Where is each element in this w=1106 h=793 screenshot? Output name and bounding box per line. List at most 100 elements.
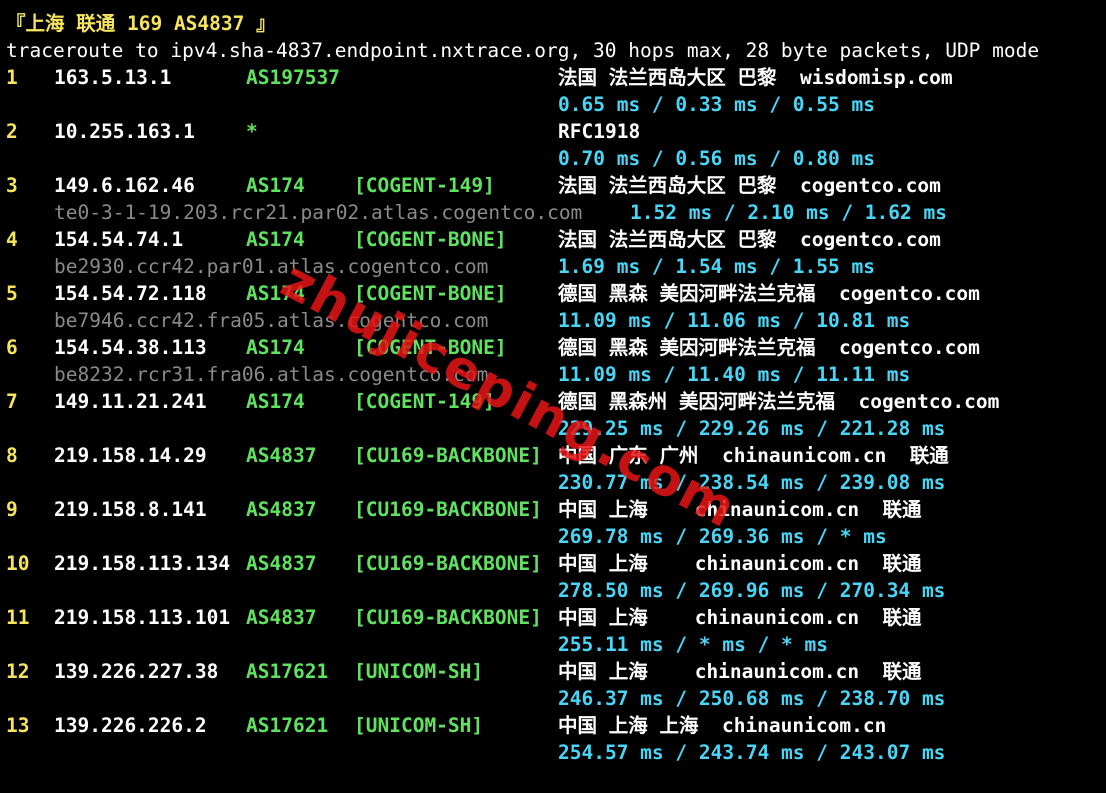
hop-ip: 149.6.162.46 (54, 174, 195, 197)
hop-asn: AS17621 (246, 660, 329, 683)
hop-detail-row: 255.11 ms / * ms / * ms (6, 631, 1106, 658)
hop-row: 11 219.158.113.101 AS4837 [CU169-BACKBONE] 中… (6, 604, 1106, 631)
hop-detail-row: 229.25 ms / 229.26 ms / 221.28 ms (6, 415, 1106, 442)
footer-partial-line (6, 766, 1106, 793)
hop-rtt: 278.50 ms / 269.96 ms / 270.34 ms (558, 579, 946, 602)
hop-geo: 德国 黑森 美因河畔法兰克福 cogentco.com (558, 336, 980, 359)
hop-ip: 149.11.21.241 (54, 390, 207, 413)
hop-ip: 219.158.14.29 (54, 444, 207, 467)
hop-number: 13 (6, 714, 30, 737)
hop-detail-row: 278.50 ms / 269.96 ms / 270.34 ms (6, 577, 1106, 604)
hop-tag: [COGENT-BONE] (354, 228, 507, 251)
trace-title: 『上海 联通 169 AS4837 』 (6, 12, 276, 35)
hop-number: 8 (6, 444, 18, 467)
hop-tag: [COGENT-BONE] (354, 282, 507, 305)
hop-ip: 219.158.8.141 (54, 498, 207, 521)
hop-rtt: 269.78 ms / 269.36 ms / * ms (558, 525, 887, 548)
hop-geo: 法国 法兰西岛大区 巴黎 wisdomisp.com (558, 66, 953, 89)
hop-hostname: be8232.rcr31.fra06.atlas.cogentco.com (54, 363, 489, 386)
hop-row: 4 154.54.74.1 AS174 [COGENT-BONE] 法国 法兰西岛大区 … (6, 226, 1106, 253)
hop-asn: AS174 (246, 282, 305, 305)
hop-asn: AS174 (246, 228, 305, 251)
hop-hostname: te0-3-1-19.203.rcr21.par02.atlas.cogentc… (54, 201, 583, 224)
hop-detail-row: 269.78 ms / 269.36 ms / * ms (6, 523, 1106, 550)
hop-detail-row: te0-3-1-19.203.rcr21.par02.atlas.cogentc… (6, 199, 1106, 226)
hop-geo: 德国 黑森州 美因河畔法兰克福 cogentco.com (558, 390, 1000, 413)
hop-number: 11 (6, 606, 30, 629)
hop-number: 3 (6, 174, 18, 197)
hop-row: 12 139.226.227.38 AS17621 [UNICOM-SH] 中国 上海 … (6, 658, 1106, 685)
hop-asn: AS4837 (246, 606, 317, 629)
hop-row: 9 219.158.8.141 AS4837 [CU169-BACKBONE] 中国 上… (6, 496, 1106, 523)
hop-detail-row: be7946.ccr42.fra05.atlas.cogentco.com 11.… (6, 307, 1106, 334)
hop-geo: 德国 黑森 美因河畔法兰克福 cogentco.com (558, 282, 980, 305)
hop-row: 3 149.6.162.46 AS174 [COGENT-149] 法国 法兰西岛大区 … (6, 172, 1106, 199)
hop-ip: 219.158.113.134 (54, 552, 231, 575)
hop-tag: [UNICOM-SH] (354, 660, 484, 683)
hop-row: 8 219.158.14.29 AS4837 [CU169-BACKBONE] 中国 广… (6, 442, 1106, 469)
hop-geo: RFC1918 (558, 120, 641, 143)
hop-rtt: 1.52 ms / 2.10 ms / 1.62 ms (630, 201, 947, 224)
hop-rtt: 0.65 ms / 0.33 ms / 0.55 ms (558, 93, 875, 116)
hop-detail-row: be2930.ccr42.par01.atlas.cogentco.com 1.6… (6, 253, 1106, 280)
hop-ip: 10.255.163.1 (54, 120, 195, 143)
hop-ip: 139.226.227.38 (54, 660, 219, 683)
hop-row: 5 154.54.72.118 AS174 [COGENT-BONE] 德国 黑森 美因… (6, 280, 1106, 307)
hop-rtt: 0.70 ms / 0.56 ms / 0.80 ms (558, 147, 875, 170)
hop-asn: AS4837 (246, 552, 317, 575)
hop-tag: [COGENT-BONE] (354, 336, 507, 359)
hop-tag: [COGENT-149] (354, 174, 495, 197)
hop-geo: 中国 上海 chinaunicom.cn 联通 (558, 660, 922, 683)
hop-number: 4 (6, 228, 18, 251)
hop-ip: 154.54.74.1 (54, 228, 184, 251)
hop-number: 2 (6, 120, 18, 143)
terminal-output: 『上海 联通 169 AS4837 』 traceroute to ipv4.s… (6, 10, 1106, 793)
hop-rtt: 229.25 ms / 229.26 ms / 221.28 ms (558, 417, 946, 440)
hop-number: 5 (6, 282, 18, 305)
hop-number: 7 (6, 390, 18, 413)
hop-asn: AS17621 (246, 714, 329, 737)
hop-geo: 中国 上海 chinaunicom.cn 联通 (558, 552, 922, 575)
hop-number: 10 (6, 552, 30, 575)
hop-detail-row: 0.65 ms / 0.33 ms / 0.55 ms (6, 91, 1106, 118)
hop-asn: AS197537 (246, 66, 340, 89)
hop-detail-row: be8232.rcr31.fra06.atlas.cogentco.com 11.… (6, 361, 1106, 388)
hop-row: 2 10.255.163.1 * RFC1918 (6, 118, 1106, 145)
hop-row: 1 163.5.13.1 AS197537 法国 法兰西岛大区 巴黎 wisdomis… (6, 64, 1106, 91)
hop-geo: 法国 法兰西岛大区 巴黎 cogentco.com (558, 174, 941, 197)
hop-detail-row: 246.37 ms / 250.68 ms / 238.70 ms (6, 685, 1106, 712)
hop-row: 10 219.158.113.134 AS4837 [CU169-BACKBONE] 中… (6, 550, 1106, 577)
hop-ip: 219.158.113.101 (54, 606, 231, 629)
hop-hostname: be2930.ccr42.par01.atlas.cogentco.com (54, 255, 489, 278)
hop-tag: [UNICOM-SH] (354, 714, 484, 737)
hop-ip: 163.5.13.1 (54, 66, 172, 89)
hop-ip: 154.54.38.113 (54, 336, 207, 359)
trace-command: traceroute to ipv4.sha-4837.endpoint.nxt… (6, 39, 1040, 62)
hop-row: 7 149.11.21.241 AS174 [COGENT-149] 德国 黑森州 美因… (6, 388, 1106, 415)
hop-rtt: 246.37 ms / 250.68 ms / 238.70 ms (558, 687, 946, 710)
hop-number: 12 (6, 660, 30, 683)
hop-rtt: 254.57 ms / 243.74 ms / 243.07 ms (558, 741, 946, 764)
hop-tag: [COGENT-149] (354, 390, 495, 413)
hop-asn: AS174 (246, 390, 305, 413)
hop-detail-row: 254.57 ms / 243.74 ms / 243.07 ms (6, 739, 1106, 766)
hop-asn: * (246, 120, 258, 143)
hop-row: 6 154.54.38.113 AS174 [COGENT-BONE] 德国 黑森 美因… (6, 334, 1106, 361)
hop-asn: AS4837 (246, 444, 317, 467)
hop-rtt: 11.09 ms / 11.40 ms / 11.11 ms (558, 363, 911, 386)
hop-hostname: be7946.ccr42.fra05.atlas.cogentco.com (54, 309, 489, 332)
hop-detail-row: 0.70 ms / 0.56 ms / 0.80 ms (6, 145, 1106, 172)
hop-number: 6 (6, 336, 18, 359)
hop-asn: AS174 (246, 336, 305, 359)
hop-geo: 中国 广东 广州 chinaunicom.cn 联通 (558, 444, 949, 467)
hop-rtt: 255.11 ms / * ms / * ms (558, 633, 829, 656)
hop-geo: 法国 法兰西岛大区 巴黎 cogentco.com (558, 228, 941, 251)
hop-ip: 154.54.72.118 (54, 282, 207, 305)
hop-geo: 中国 上海 上海 chinaunicom.cn (558, 714, 887, 737)
hop-ip: 139.226.226.2 (54, 714, 207, 737)
hop-tag: [CU169-BACKBONE] (354, 606, 542, 629)
hop-geo: 中国 上海 chinaunicom.cn 联通 (558, 498, 922, 521)
hop-number: 1 (6, 66, 18, 89)
hop-tag: [CU169-BACKBONE] (354, 552, 542, 575)
hop-geo: 中国 上海 chinaunicom.cn 联通 (558, 606, 922, 629)
